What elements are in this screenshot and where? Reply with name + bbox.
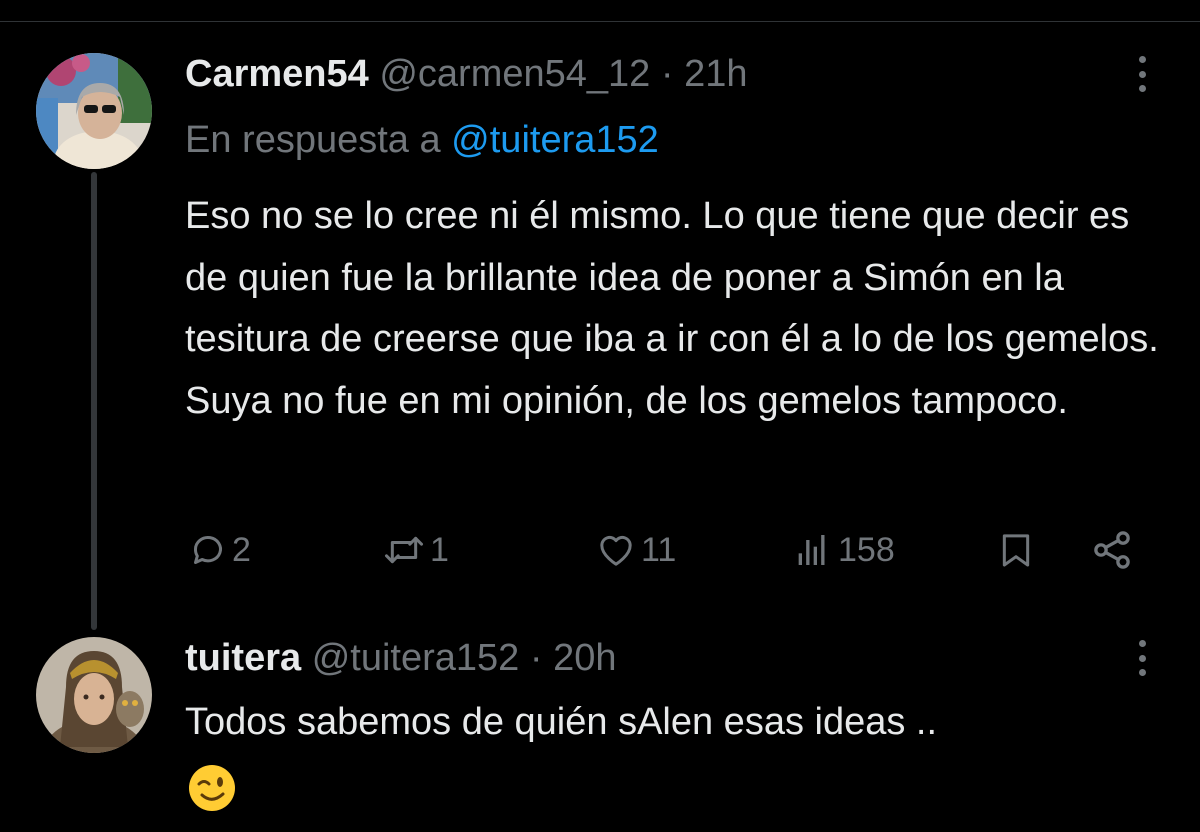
tweet1-header: Carmen54 @carmen54_12 · 21h xyxy=(185,52,747,96)
like-count: 11 xyxy=(641,530,677,569)
tweet2-text: Todos sabemos de quién sAlen esas ideas … xyxy=(185,701,938,743)
retweet-button[interactable]: 1 xyxy=(382,528,449,572)
retweet-count: 1 xyxy=(430,530,449,569)
top-divider xyxy=(0,21,1200,22)
tweet1-display-name[interactable]: Carmen54 xyxy=(185,53,369,95)
tweet1-reply-context: En respuesta a @tuitera152 xyxy=(185,118,659,162)
tweet2-more-options-icon[interactable] xyxy=(1132,636,1152,680)
tweet2-header: tuitera @tuitera152 · 20h xyxy=(185,636,616,680)
heart-icon xyxy=(600,535,632,566)
tweet1-handle[interactable]: @carmen54_12 xyxy=(379,53,650,95)
bookmark-icon xyxy=(1002,534,1030,567)
reply-icon xyxy=(194,536,222,564)
share-button[interactable] xyxy=(1090,528,1134,572)
analytics-icon xyxy=(798,535,825,565)
avatar-carmen54[interactable] xyxy=(36,53,152,169)
thread-connector-line xyxy=(91,172,97,630)
retweet-icon xyxy=(385,536,423,564)
tweet2-handle[interactable]: @tuitera152 xyxy=(312,637,520,679)
reply-button[interactable]: 2 xyxy=(188,528,251,572)
reply-prefix: En respuesta a xyxy=(185,119,441,161)
winking-face-icon xyxy=(187,763,237,813)
reply-handle-link[interactable]: @tuitera152 xyxy=(451,119,659,161)
tweet1-time[interactable]: · 21h xyxy=(661,53,748,95)
tweet2-time[interactable]: · 20h xyxy=(530,637,617,679)
tweet1-more-options-icon[interactable] xyxy=(1132,52,1152,96)
share-icon xyxy=(1094,531,1130,569)
bookmark-button[interactable] xyxy=(996,528,1036,572)
views-count: 158 xyxy=(838,530,895,569)
reply-count: 2 xyxy=(232,530,251,569)
avatar-tuitera[interactable] xyxy=(36,637,152,753)
tweet1-text: Eso no se lo cree ni él mismo. Lo que ti… xyxy=(185,195,1159,422)
views-button[interactable]: 158 xyxy=(790,528,895,572)
tweet2-display-name[interactable]: tuitera xyxy=(185,637,301,679)
like-button[interactable]: 11 xyxy=(595,528,676,572)
